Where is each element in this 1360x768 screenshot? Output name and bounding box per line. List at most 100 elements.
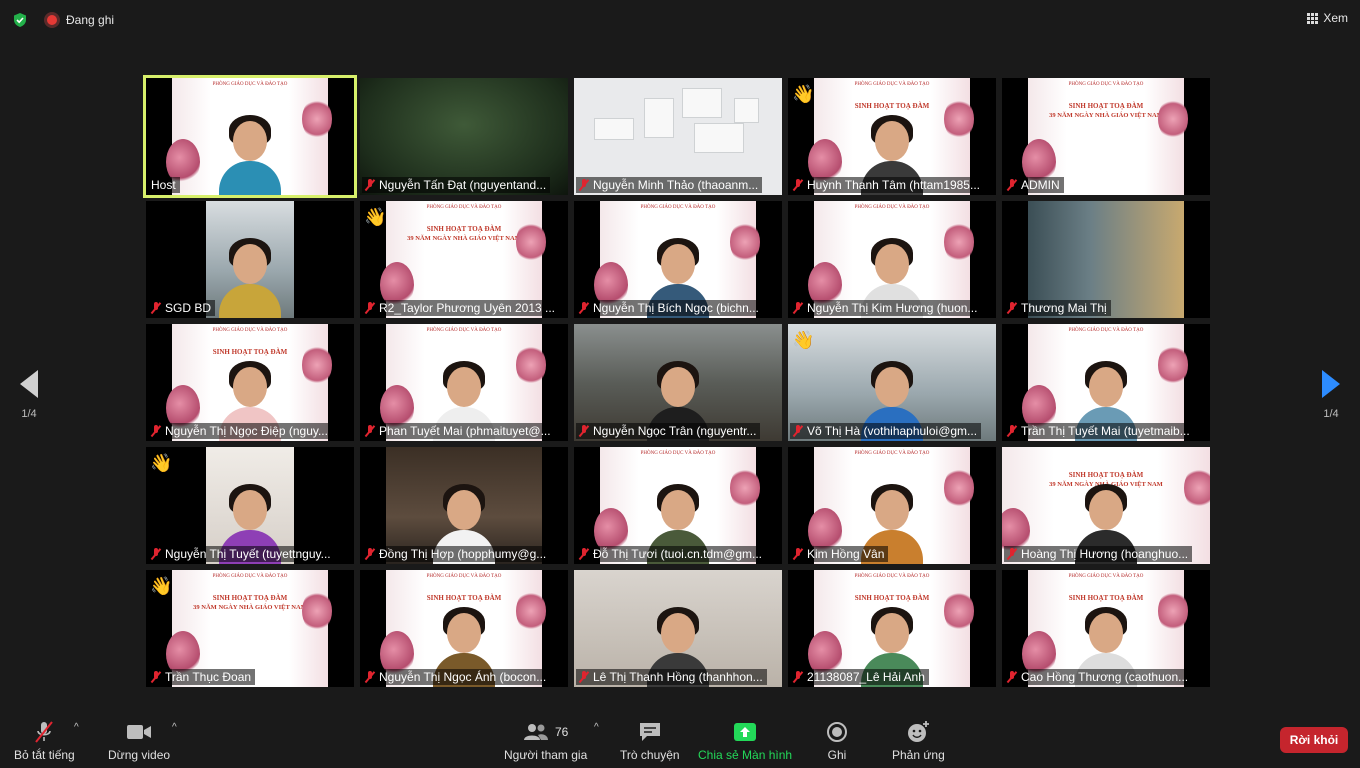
chat-button[interactable]: Trò chuyện (620, 720, 680, 762)
muted-mic-icon (579, 671, 589, 683)
record-button[interactable]: Ghi (826, 720, 848, 762)
banner-text: PHÒNG GIÁO DỤC VÀ ĐÀO TẠO (854, 451, 930, 456)
encryption-shield-icon[interactable] (12, 12, 28, 28)
view-button[interactable]: Xem (1307, 11, 1348, 25)
video-tile[interactable]: PHÒNG GIÁO DỤC VÀ ĐÀO TẠO SINH HOẠT TOẠ … (1002, 78, 1210, 195)
banner-text: SINH HOẠT TOẠ ĐÀM (212, 348, 288, 356)
record-icon (827, 722, 847, 742)
arrow-left-icon (20, 370, 38, 398)
muted-mic-icon (151, 302, 161, 314)
participant-name-tag: ADMIN (1004, 177, 1064, 193)
video-tile[interactable]: PHÒNG GIÁO DỤC VÀ ĐÀO TẠO Kim Hồng Vân (788, 447, 996, 564)
audio-options-chevron-icon[interactable]: ^ (74, 722, 79, 733)
banner-text: PHÒNG GIÁO DỤC VÀ ĐÀO TẠO (854, 574, 930, 579)
video-tile[interactable]: Lê Thị Thanh Hồng (thanhhon... (574, 570, 782, 687)
banner-text: SINH HOẠT TOẠ ĐÀM (1068, 102, 1144, 110)
participant-name-tag: Võ Thị Hà (vothihaphuloi@gm... (790, 423, 982, 439)
participant-name-tag: Nguyễn Thị Ngọc Ánh (bocon... (362, 669, 551, 685)
muted-mic-icon (579, 548, 589, 560)
participant-name: Kim Hồng Vân (807, 547, 885, 561)
video-tile[interactable]: PHÒNG GIÁO DỤC VÀ ĐÀO TẠO Nguyễn Thị Bíc… (574, 201, 782, 318)
participant-name-tag: Lê Thị Thanh Hồng (thanhhon... (576, 669, 767, 685)
muted-mic-icon (365, 671, 375, 683)
recording-label[interactable]: Đang ghi (66, 13, 114, 27)
page-indicator-right: 1/4 (1323, 408, 1339, 420)
participant-name-tag: Kim Hồng Vân (790, 546, 889, 562)
video-tile[interactable]: SGD BD (146, 201, 354, 318)
participant-figure (219, 115, 281, 195)
muted-mic-icon (151, 548, 161, 560)
video-tile[interactable]: PHÒNG GIÁO DỤC VÀ ĐÀO TẠO SINH HOẠT TOẠ … (788, 570, 996, 687)
banner-text: PHÒNG GIÁO DỤC VÀ ĐÀO TẠO (212, 328, 288, 333)
banner-text: PHÒNG GIÁO DỤC VÀ ĐÀO TẠO (854, 82, 930, 87)
reactions-label: Phản ứng (892, 748, 945, 762)
previous-page-button[interactable]: 1/4 (18, 370, 40, 420)
video-tile[interactable]: SINH HOẠT TOẠ ĐÀM 39 NĂM NGÀY NHÀ GIÁO V… (1002, 447, 1210, 564)
video-options-chevron-icon[interactable]: ^ (172, 722, 177, 733)
participant-name: Nguyễn Thị Ngọc Ánh (bocon... (379, 670, 547, 684)
arrow-right-icon (1322, 370, 1340, 398)
banner-text: PHÒNG GIÁO DỤC VÀ ĐÀO TẠO (640, 205, 716, 210)
participant-name-tag: Đỗ Thị Tươi (tuoi.cn.tdm@gm... (576, 546, 767, 562)
unmute-button[interactable]: Bỏ tắt tiếng (14, 720, 75, 762)
participant-name-tag: Phan Tuyết Mai (phmaituyet@... (362, 423, 555, 439)
participant-name: R2_Taylor Phương Uyên 2013 ... (379, 301, 555, 315)
participant-name-tag: Đồng Thị Hợp (hopphumy@g... (362, 546, 551, 562)
video-tile[interactable]: PHÒNG GIÁO DỤC VÀ ĐÀO TẠO SINH HOẠT TOẠ … (1002, 570, 1210, 687)
chat-bubble-icon (639, 723, 660, 741)
muted-mic-icon (365, 302, 375, 314)
video-tile[interactable]: PHÒNG GIÁO DỤC VÀ ĐÀO TẠO Nguyễn Thị Kim… (788, 201, 996, 318)
banner-text: SINH HOẠT TOẠ ĐÀM (1068, 594, 1144, 602)
participants-button[interactable]: 76 Người tham gia (504, 720, 587, 762)
leave-meeting-button[interactable]: Rời khỏi (1280, 727, 1348, 753)
video-tile[interactable]: PHÒNG GIÁO DỤC VÀ ĐÀO TẠO Phan Tuyết Mai… (360, 324, 568, 441)
video-tile[interactable]: PHÒNG GIÁO DỤC VÀ ĐÀO TẠO Trần Thị Tuyết… (1002, 324, 1210, 441)
video-tile[interactable]: Nguyễn Ngọc Trân (nguyentr... (574, 324, 782, 441)
muted-mic-icon (1007, 302, 1017, 314)
muted-mic-icon (793, 425, 803, 437)
reactions-smiley-icon (908, 721, 930, 742)
video-tile[interactable]: PHÒNG GIÁO DỤC VÀ ĐÀO TẠO Đỗ Thị Tươi (t… (574, 447, 782, 564)
participant-name: Nguyễn Thị Kim Hương (huon... (807, 301, 978, 315)
video-tile[interactable]: PHÒNG GIÁO DỤC VÀ ĐÀO TẠO SINH HOẠT TOẠ … (360, 201, 568, 318)
participant-name-tag: Thương Mai Thị (1004, 300, 1111, 316)
video-tile[interactable]: 👋 Võ Thị Hà (vothihaphuloi@gm... (788, 324, 996, 441)
banner-text: SINH HOẠT TOẠ ĐÀM (426, 225, 502, 233)
participants-options-chevron-icon[interactable]: ^ (594, 722, 599, 733)
participant-name: Đỗ Thị Tươi (tuoi.cn.tdm@gm... (593, 547, 763, 561)
video-gallery: PHÒNG GIÁO DỤC VÀ ĐÀO TẠO Host Nguyễn Tấ… (143, 75, 1214, 690)
video-tile[interactable]: Đồng Thị Hợp (hopphumy@g... (360, 447, 568, 564)
participant-name: Nguyễn Minh Thảo (thaoanm... (593, 178, 759, 192)
banner-text: SINH HOẠT TOẠ ĐÀM (426, 594, 502, 602)
banner-text: PHÒNG GIÁO DỤC VÀ ĐÀO TẠO (212, 574, 288, 579)
video-tile[interactable]: Nguyễn Minh Thảo (thaoanm... (574, 78, 782, 195)
banner-text: 39 NĂM NGÀY NHÀ GIÁO VIỆT NAM (407, 235, 521, 242)
video-tile[interactable]: Thương Mai Thị (1002, 201, 1210, 318)
video-tile[interactable]: PHÒNG GIÁO DỤC VÀ ĐÀO TẠO SINH HOẠT TOẠ … (788, 78, 996, 195)
participant-name-tag: Nguyễn Thị Tuyết (tuyettnguy... (148, 546, 335, 562)
muted-mic-icon (793, 179, 803, 191)
participant-name: ADMIN (1021, 178, 1060, 192)
muted-mic-icon (151, 425, 161, 437)
video-tile[interactable]: PHÒNG GIÁO DỤC VÀ ĐÀO TẠO SINH HOẠT TOẠ … (146, 324, 354, 441)
raised-hand-icon: 👋 (792, 84, 815, 104)
muted-mic-icon (365, 179, 375, 191)
banner-text: SINH HOẠT TOẠ ĐÀM (854, 594, 930, 602)
participant-name-tag: SGD BD (148, 300, 216, 316)
video-tile[interactable]: PHÒNG GIÁO DỤC VÀ ĐÀO TẠO Host (143, 75, 357, 198)
raised-hand-icon: 👋 (150, 453, 173, 473)
video-tile[interactable]: PHÒNG GIÁO DỤC VÀ ĐÀO TẠO SINH HOẠT TOẠ … (360, 570, 568, 687)
next-page-button[interactable]: 1/4 (1320, 370, 1342, 420)
reactions-button[interactable]: Phản ứng (892, 720, 945, 762)
share-screen-icon (734, 723, 757, 741)
muted-mic-icon (1007, 179, 1017, 191)
share-screen-button[interactable]: Chia sẻ Màn hình (698, 720, 792, 762)
video-tile[interactable]: PHÒNG GIÁO DỤC VÀ ĐÀO TẠO SINH HOẠT TOẠ … (146, 570, 354, 687)
participant-name: Thương Mai Thị (1021, 301, 1107, 315)
participant-name-tag: Trần Thục Đoan (148, 669, 256, 685)
video-tile[interactable]: 👋 Nguyễn Thị Tuyết (tuyettnguy... (146, 447, 354, 564)
video-tile[interactable]: Nguyễn Tấn Đạt (nguyentand... (360, 78, 568, 195)
participant-name: Võ Thị Hà (vothihaphuloi@gm... (807, 424, 978, 438)
stop-video-button[interactable]: Dừng video (108, 720, 170, 762)
meeting-toolbar: Bỏ tắt tiếng ^ Dừng video ^ 76 Người tha… (0, 712, 1360, 768)
